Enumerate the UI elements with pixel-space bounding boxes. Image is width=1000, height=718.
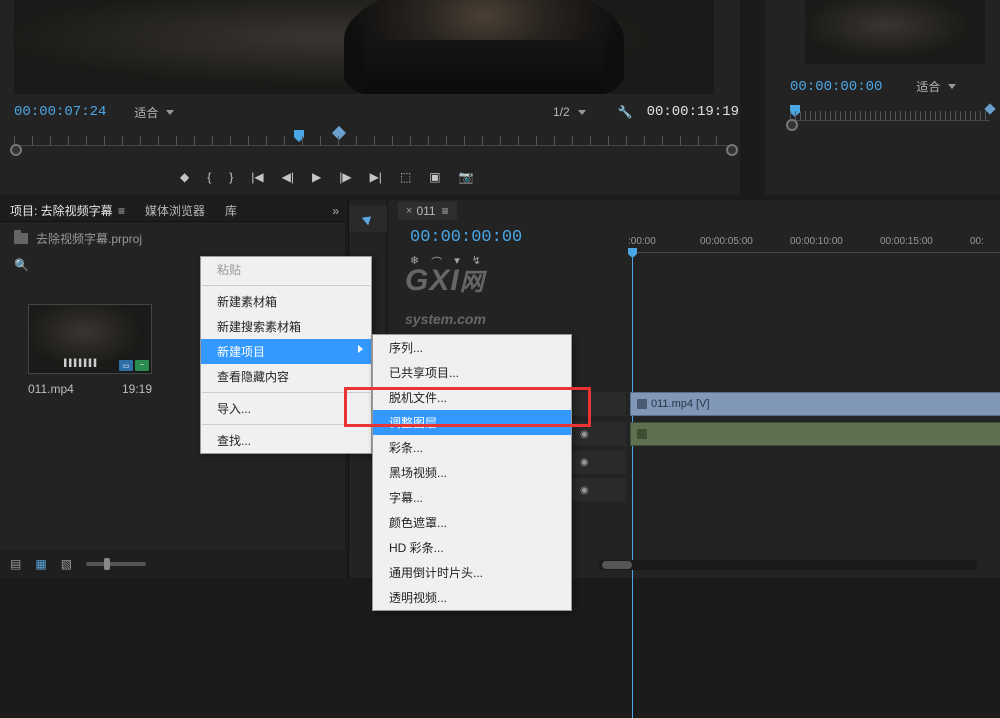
- mark-in-icon[interactable]: {: [207, 170, 211, 184]
- submenu-bars[interactable]: 彩条...: [373, 435, 571, 460]
- program-timeline-ruler[interactable]: [790, 105, 990, 135]
- submenu-shared-project[interactable]: 已共享项目...: [373, 360, 571, 385]
- timeline-timecode[interactable]: 00:00:00:00: [410, 228, 522, 247]
- source-monitor-panel: 00:00:07:24 适合 1/2 🔧 00:00:19:19 ◆ { } |…: [0, 0, 740, 195]
- submenu-sequence[interactable]: 序列...: [373, 335, 571, 360]
- video-clip[interactable]: 011.mp4 [V]: [630, 392, 1000, 416]
- submenu-transparent-video[interactable]: 透明视频...: [373, 585, 571, 610]
- clip-fx-icon: [637, 429, 647, 439]
- menu-import[interactable]: 导入...: [201, 396, 371, 421]
- program-video-preview[interactable]: [805, 0, 985, 64]
- context-menu-main: 粘贴 新建素材箱 新建搜索素材箱 新建项目 查看隐藏内容 导入... 查找...: [200, 256, 372, 454]
- icon-view-icon[interactable]: ▦: [35, 557, 46, 571]
- program-fit-dropdown[interactable]: 适合: [910, 78, 962, 95]
- marker-icon[interactable]: ▾: [454, 254, 460, 270]
- zoom-slider[interactable]: [86, 562, 146, 566]
- ruler-tick-label: 00:: [970, 236, 984, 247]
- ruler-tick-label: 00:00:15:00: [880, 236, 933, 247]
- submenu-adjustment-layer[interactable]: 调整图层...: [373, 410, 571, 435]
- thumbnail-duration: 19:19: [122, 382, 152, 396]
- selection-tool-icon[interactable]: [349, 206, 387, 232]
- project-bottom-bar: ▤ ▦ ▧: [0, 550, 345, 578]
- source-in-marker-icon[interactable]: [332, 126, 346, 140]
- sequence-tab[interactable]: × 011 ≡: [398, 202, 457, 220]
- submenu-color-matte[interactable]: 颜色遮罩...: [373, 510, 571, 535]
- submenu-black-video[interactable]: 黑场视频...: [373, 460, 571, 485]
- linked-selection-icon[interactable]: ⌒: [431, 254, 442, 270]
- submenu-arrow-icon: [358, 345, 363, 353]
- tab-menu-icon[interactable]: ≡: [118, 204, 125, 218]
- source-video-preview[interactable]: [14, 0, 714, 94]
- source-ratio-dropdown[interactable]: 1/2: [547, 105, 592, 119]
- tab-library[interactable]: 库: [215, 199, 247, 222]
- mark-out-icon[interactable]: }: [229, 170, 233, 184]
- list-view-icon[interactable]: ▤: [10, 557, 21, 571]
- context-submenu-new-item: 序列... 已共享项目... 脱机文件... 调整图层... 彩条... 黑场视…: [372, 334, 572, 611]
- menu-new-search-bin[interactable]: 新建搜索素材箱: [201, 314, 371, 339]
- submenu-hd-bars[interactable]: HD 彩条...: [373, 535, 571, 560]
- go-to-out-icon[interactable]: ▶|: [370, 170, 382, 184]
- timeline-ruler[interactable]: :00:00 00:00:05:00 00:00:10:00 00:00:15:…: [628, 236, 1000, 262]
- solo-icon[interactable]: ◉: [580, 429, 589, 440]
- ruler-tick-label: :00:00: [628, 236, 656, 247]
- settings-icon[interactable]: ↯: [472, 254, 481, 270]
- clip-label: 011.mp4 [V]: [651, 398, 710, 410]
- tab-project[interactable]: 项目: 去除视频字幕 ≡: [0, 199, 135, 222]
- ruler-tick-label: 00:00:10:00: [790, 236, 843, 247]
- submenu-captions[interactable]: 字幕...: [373, 485, 571, 510]
- add-marker-icon[interactable]: ◆: [180, 170, 189, 184]
- program-scroll-left-handle[interactable]: [786, 119, 798, 131]
- overflow-icon[interactable]: »: [332, 204, 339, 218]
- export-frame-icon[interactable]: 📷: [459, 170, 474, 184]
- sequence-tab-menu-icon[interactable]: ≡: [442, 204, 449, 218]
- clip-fx-icon: [637, 399, 647, 409]
- video-badge-icon: ▭: [119, 360, 133, 371]
- sequence-name: 011: [416, 204, 435, 218]
- source-duration: 00:00:19:19: [647, 104, 739, 120]
- audio-badge-icon: ~: [135, 360, 149, 371]
- search-icon[interactable]: 🔍: [14, 258, 29, 272]
- solo-icon[interactable]: ◉: [580, 457, 589, 468]
- overwrite-icon[interactable]: ▣: [429, 170, 440, 184]
- program-timecode[interactable]: 00:00:00:00: [790, 79, 882, 95]
- wrench-icon[interactable]: 🔧: [618, 105, 633, 119]
- source-timecode[interactable]: 00:00:07:24: [14, 104, 106, 120]
- close-icon[interactable]: ×: [406, 205, 412, 217]
- audio-clip[interactable]: [630, 422, 1000, 446]
- step-forward-icon[interactable]: |▶: [339, 170, 351, 184]
- project-folder-icon: [14, 233, 28, 244]
- program-monitor-panel: 00:00:00:00 适合: [765, 0, 1000, 195]
- menu-find[interactable]: 查找...: [201, 428, 371, 453]
- step-back-icon[interactable]: ◀|: [282, 170, 294, 184]
- tab-media-browser[interactable]: 媒体浏览器: [135, 199, 215, 222]
- menu-view-hidden[interactable]: 查看隐藏内容: [201, 364, 371, 389]
- timeline-scrollbar[interactable]: [598, 560, 978, 570]
- solo-icon[interactable]: ◉: [580, 485, 589, 496]
- menu-paste: 粘贴: [201, 257, 371, 282]
- playhead-line: [632, 258, 633, 718]
- source-playback-controls: ◆ { } |◀ ◀| ▶ |▶ ▶| ⬚ ▣ 📷: [180, 170, 474, 184]
- source-scroll-left-handle[interactable]: [10, 144, 22, 156]
- source-scroll-right-handle[interactable]: [726, 144, 738, 156]
- project-file-name: 去除视频字幕.prproj: [36, 230, 142, 247]
- timeline-playhead-icon[interactable]: [628, 248, 637, 258]
- freeform-view-icon[interactable]: ▧: [61, 557, 72, 571]
- menu-new-bin[interactable]: 新建素材箱: [201, 289, 371, 314]
- go-to-in-icon[interactable]: |◀: [251, 170, 263, 184]
- submenu-offline-file[interactable]: 脱机文件...: [373, 385, 571, 410]
- ruler-tick-label: 00:00:05:00: [700, 236, 753, 247]
- play-icon[interactable]: ▶: [312, 170, 321, 184]
- submenu-countdown[interactable]: 通用倒计时片头...: [373, 560, 571, 585]
- lower-panel-tabs: 项目: 去除视频字幕 ≡ 媒体浏览器 库 »: [0, 200, 345, 222]
- insert-icon[interactable]: ⬚: [400, 170, 411, 184]
- menu-new-item[interactable]: 新建项目: [201, 339, 371, 364]
- source-timeline-ruler[interactable]: [14, 130, 734, 160]
- source-fit-dropdown[interactable]: 适合: [128, 104, 180, 121]
- thumbnail-name: 011.mp4: [28, 382, 74, 396]
- clip-thumbnail[interactable]: ▌▌▌▌▌▌▌ ▭ ~: [28, 304, 152, 374]
- snap-icon[interactable]: ❄: [410, 254, 419, 270]
